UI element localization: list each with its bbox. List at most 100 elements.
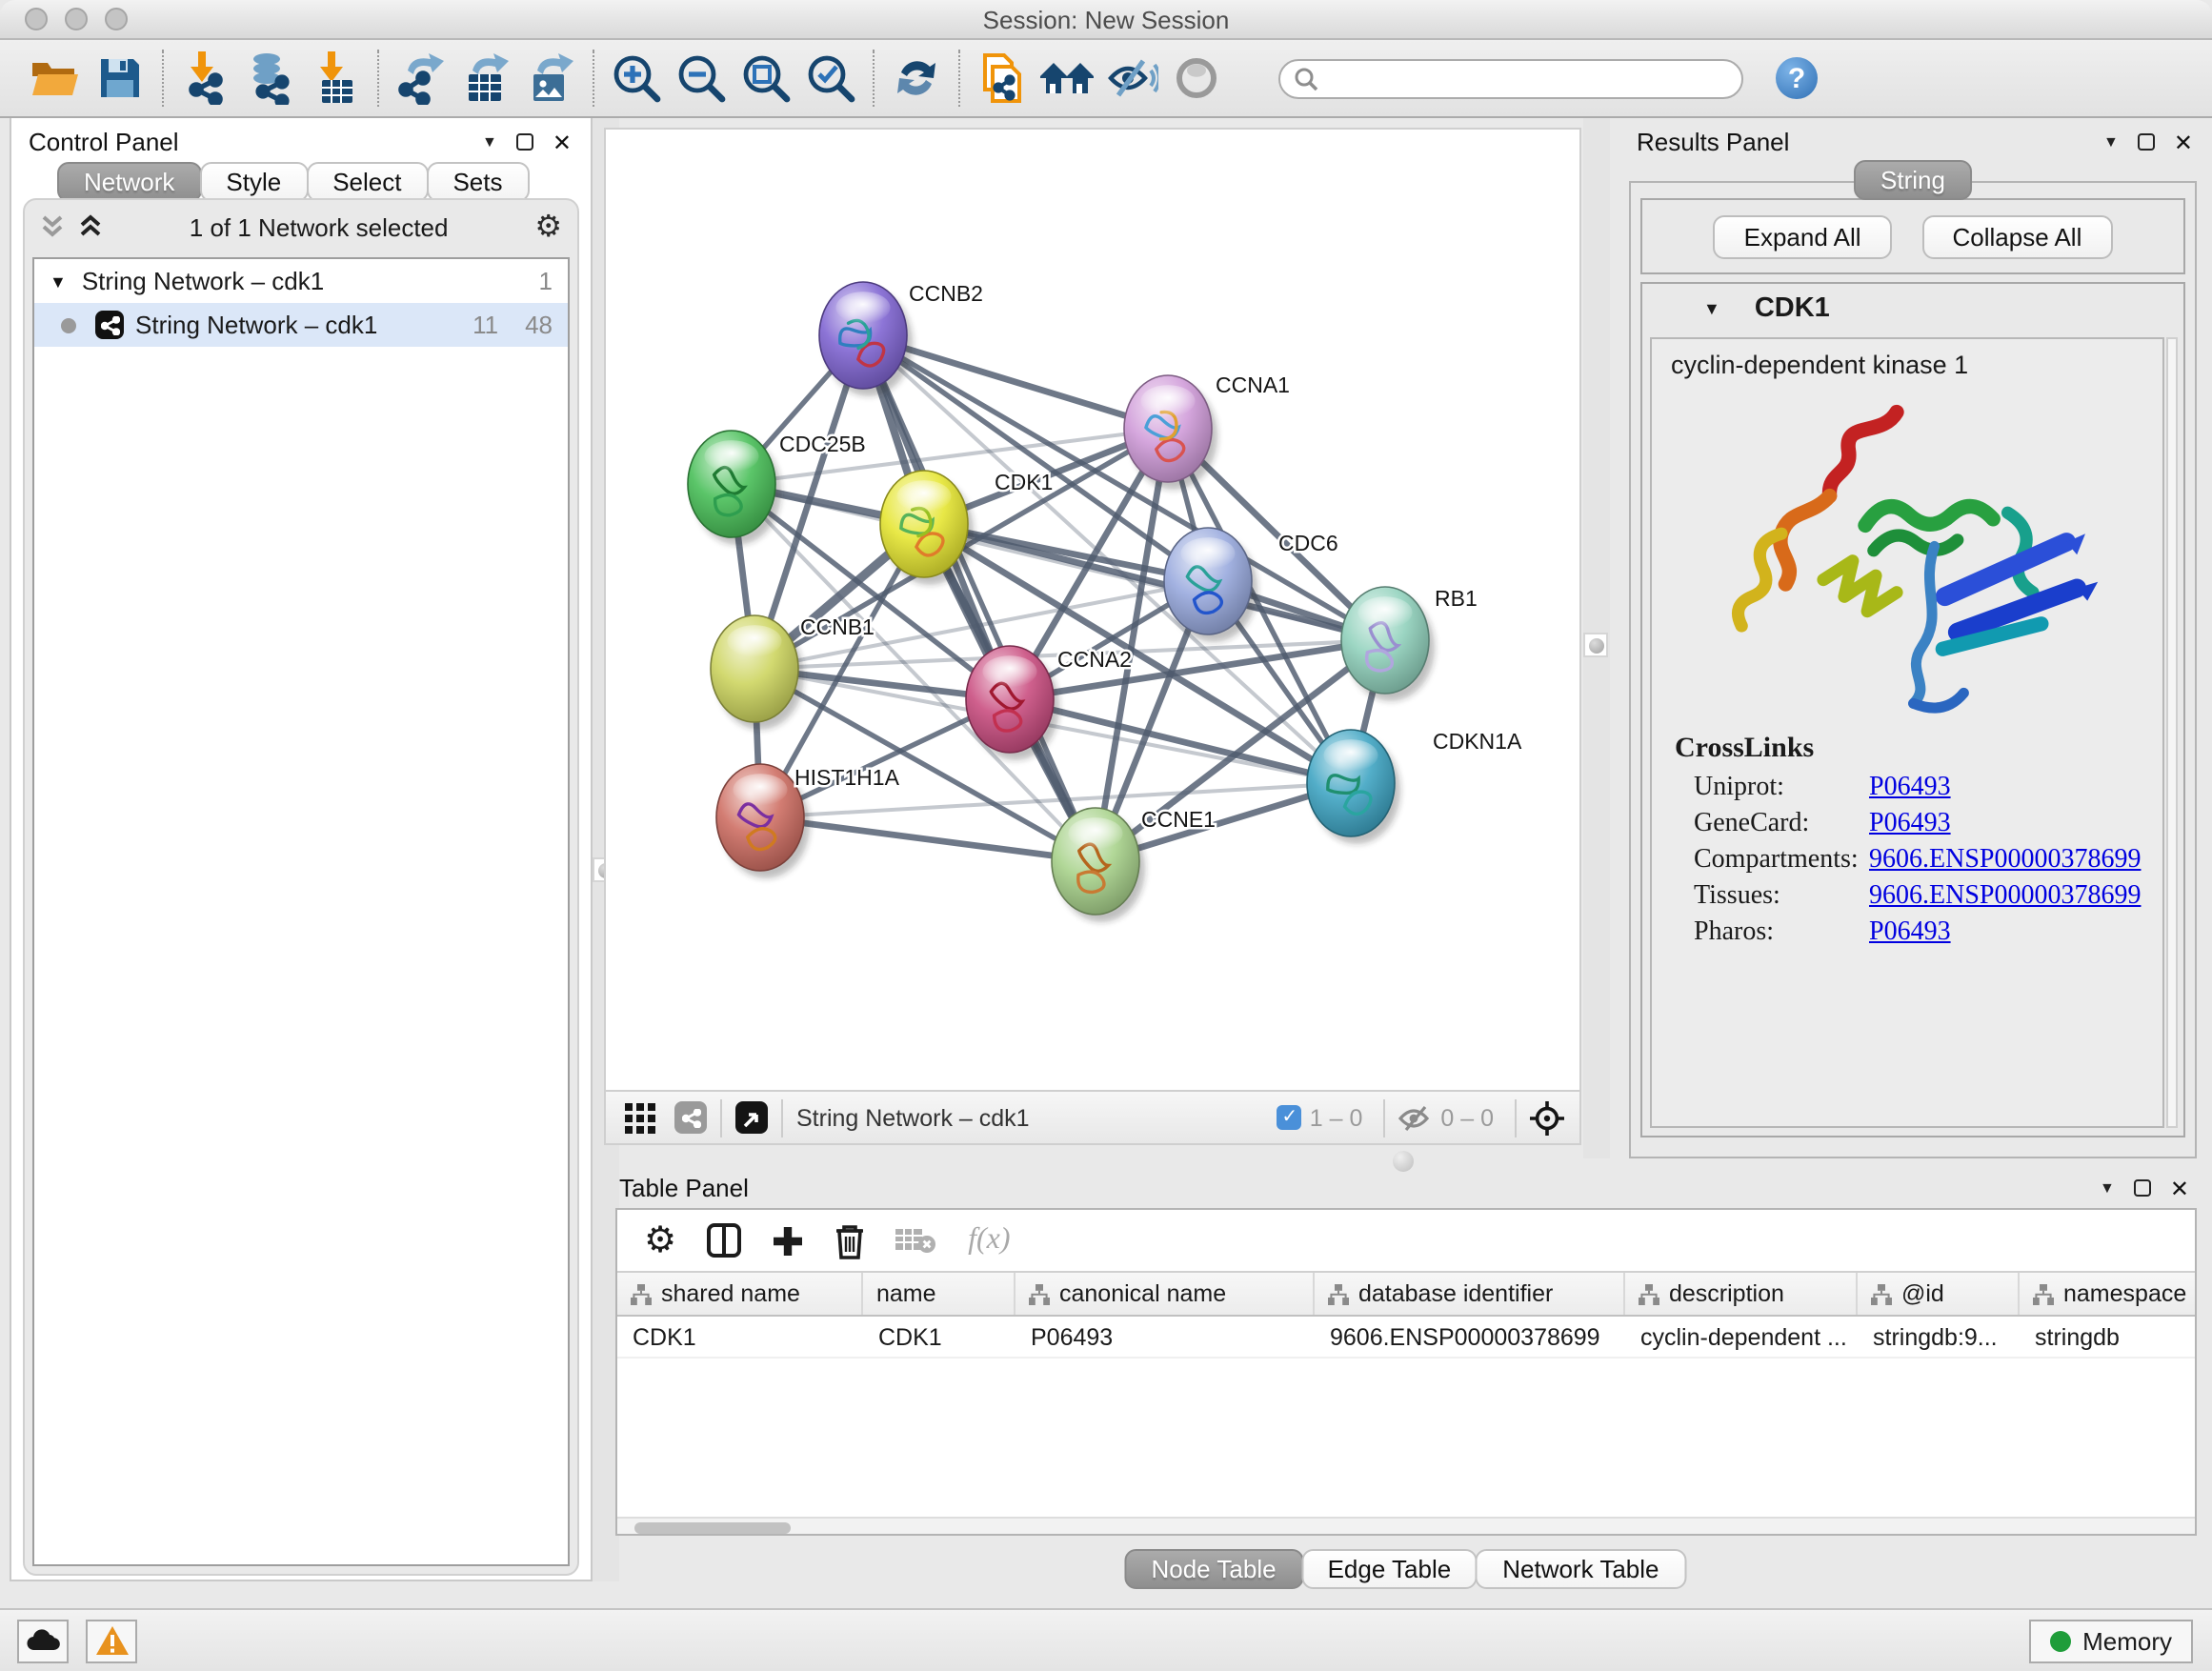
column-header-@id[interactable]: @id — [1858, 1273, 2020, 1315]
crosslink-row: GeneCard:P06493 — [1694, 810, 2162, 840]
import-table-icon[interactable] — [303, 48, 368, 109]
import-network-file-icon[interactable] — [173, 48, 238, 109]
tree-expand-icon[interactable]: ▼ — [50, 272, 67, 291]
table-cell[interactable]: stringdb — [2020, 1317, 2197, 1357]
zoom-in-icon[interactable] — [604, 48, 669, 109]
expand-all-icon[interactable] — [78, 213, 103, 240]
table-panel-close-icon[interactable]: ✕ — [2170, 1175, 2189, 1201]
node-RB1[interactable]: RB1 — [1341, 586, 1478, 701]
control-panel-collapse-icon[interactable]: ▼ — [482, 133, 497, 151]
right-splitter[interactable] — [1583, 118, 1610, 1158]
network-collection-label: String Network – cdk1 — [82, 267, 324, 295]
network-selection-summary: 1 of 1 Network selected — [103, 212, 534, 241]
crosslink-link[interactable]: P06493 — [1869, 774, 1951, 804]
column-header-database-identifier[interactable]: database identifier — [1315, 1273, 1625, 1315]
zoom-fit-icon[interactable] — [734, 48, 798, 109]
collapse-all-button[interactable]: Collapse All — [1922, 214, 2113, 258]
node-CCNA1[interactable]: CCNA1 — [1124, 372, 1290, 490]
table-cell[interactable]: CDK1 — [617, 1317, 863, 1357]
node-CDC25B[interactable]: CDC25B — [688, 431, 866, 545]
crosslink-link[interactable]: P06493 — [1869, 810, 1951, 840]
column-header-namespace[interactable]: namespace — [2020, 1273, 2197, 1315]
crosslink-link[interactable]: P06493 — [1869, 918, 1951, 949]
network-options-gear-icon[interactable]: ⚙ — [534, 208, 562, 246]
birds-eye-view-icon[interactable] — [735, 1101, 768, 1134]
help-icon[interactable]: ? — [1776, 57, 1818, 99]
network-collection-row[interactable]: ▼ String Network – cdk1 1 — [34, 259, 568, 303]
save-session-icon[interactable] — [88, 48, 152, 109]
export-image-icon[interactable] — [518, 48, 583, 109]
control-panel-close-icon[interactable]: ✕ — [553, 129, 572, 155]
open-session-icon[interactable] — [23, 48, 88, 109]
results-panel-collapse-icon[interactable]: ▼ — [2103, 133, 2119, 151]
delete-column-icon[interactable] — [835, 1222, 865, 1258]
results-panel-float-icon[interactable] — [2138, 133, 2155, 151]
crosslink-row: Pharos:P06493 — [1694, 918, 2162, 949]
node-CCNB2[interactable]: CCNB2 — [819, 281, 983, 396]
delete-table-icon — [895, 1225, 937, 1256]
control-panel-float-icon[interactable] — [516, 133, 533, 151]
zoom-out-icon[interactable] — [669, 48, 734, 109]
table-options-gear-icon[interactable]: ⚙ — [644, 1218, 676, 1262]
table-hscrollbar-thumb[interactable] — [634, 1521, 791, 1533]
network-row[interactable]: String Network – cdk1 11 48 — [34, 303, 568, 347]
import-network-database-icon[interactable] — [238, 48, 303, 109]
results-panel-close-icon[interactable]: ✕ — [2174, 129, 2193, 155]
column-header-description[interactable]: description — [1625, 1273, 1858, 1315]
hidden-eye-icon[interactable] — [1398, 1104, 1433, 1131]
results-scrollbar[interactable] — [2166, 337, 2178, 1128]
table-cell[interactable]: CDK1 — [863, 1317, 1016, 1357]
network-canvas[interactable]: CCNB2CCNA1CDC25BCDK1CDC6RB1CCNB1CCNA2CDK… — [606, 130, 1579, 1090]
column-header-canonical-name[interactable]: canonical name — [1016, 1273, 1315, 1315]
collapse-all-icon[interactable] — [40, 213, 65, 240]
export-network-icon[interactable] — [389, 48, 453, 109]
add-column-icon[interactable] — [772, 1224, 804, 1257]
tab-edge-table[interactable]: Edge Table — [1301, 1549, 1478, 1589]
show-columns-icon[interactable] — [707, 1223, 741, 1258]
node-CDKN1A[interactable]: CDKN1A — [1307, 729, 1522, 844]
clone-network-icon[interactable] — [970, 48, 1035, 109]
export-table-icon[interactable] — [453, 48, 518, 109]
table-cell[interactable]: cyclin-dependent ... — [1625, 1317, 1858, 1357]
table-panel-collapse-icon[interactable]: ▼ — [2100, 1179, 2115, 1197]
column-header-name[interactable]: name — [863, 1273, 1016, 1315]
node-CCNE1[interactable]: CCNE1 — [1052, 807, 1216, 922]
table-cell[interactable]: 9606.ENSP00000378699 — [1315, 1317, 1625, 1357]
cloud-icon[interactable] — [17, 1619, 69, 1662]
table-cell[interactable]: stringdb:9... — [1858, 1317, 2020, 1357]
gene-collapse-icon[interactable]: ▼ — [1703, 299, 1720, 318]
crosslink-link[interactable]: 9606.ENSP00000378699 — [1869, 882, 2141, 913]
refresh-icon[interactable] — [884, 48, 949, 109]
tab-sets[interactable]: Sets — [426, 162, 529, 202]
hide-selected-icon[interactable] — [1099, 48, 1164, 109]
warning-icon[interactable] — [86, 1619, 137, 1662]
memory-button[interactable]: Memory — [2029, 1619, 2193, 1662]
column-header-shared-name[interactable]: shared name — [617, 1273, 863, 1315]
first-neighbors-icon[interactable] — [1035, 48, 1099, 109]
show-all-icon[interactable] — [1164, 48, 1229, 109]
right-splitter-handle[interactable] — [1583, 633, 1608, 657]
selected-checkbox-icon[interactable]: ✓ — [1277, 1105, 1302, 1130]
zoom-selected-icon[interactable] — [798, 48, 863, 109]
table-hscrollbar[interactable] — [617, 1517, 2195, 1534]
search-input[interactable] — [1278, 58, 1743, 98]
node-HIST1H1A[interactable]: HIST1H1A — [716, 764, 900, 878]
node-CCNA2[interactable]: CCNA2 — [966, 646, 1132, 760]
tab-string[interactable]: String — [1854, 160, 1972, 200]
expand-all-button[interactable]: Expand All — [1714, 214, 1892, 258]
edge-HIST1H1A-CCNE1[interactable] — [760, 817, 1096, 861]
column-type-icon — [631, 1283, 652, 1304]
table-row[interactable]: CDK1CDK1P064939606.ENSP00000378699cyclin… — [617, 1317, 2195, 1359]
network-share-icon[interactable] — [674, 1101, 707, 1134]
tab-node-table[interactable]: Node Table — [1124, 1549, 1302, 1589]
grid-view-icon[interactable] — [625, 1102, 655, 1133]
tab-network-table[interactable]: Network Table — [1476, 1549, 1685, 1589]
string-results-content: Expand All Collapse All ▼ CDK1 cyclin-de… — [1629, 181, 2197, 1158]
crosslink-link[interactable]: 9606.ENSP00000378699 — [1869, 846, 2141, 876]
tab-style[interactable]: Style — [199, 162, 308, 202]
table-cell[interactable]: P06493 — [1016, 1317, 1315, 1357]
tab-network[interactable]: Network — [57, 162, 201, 202]
fit-crosshair-icon[interactable] — [1530, 1100, 1564, 1135]
tab-select[interactable]: Select — [306, 162, 428, 202]
table-panel-float-icon[interactable] — [2134, 1179, 2151, 1197]
